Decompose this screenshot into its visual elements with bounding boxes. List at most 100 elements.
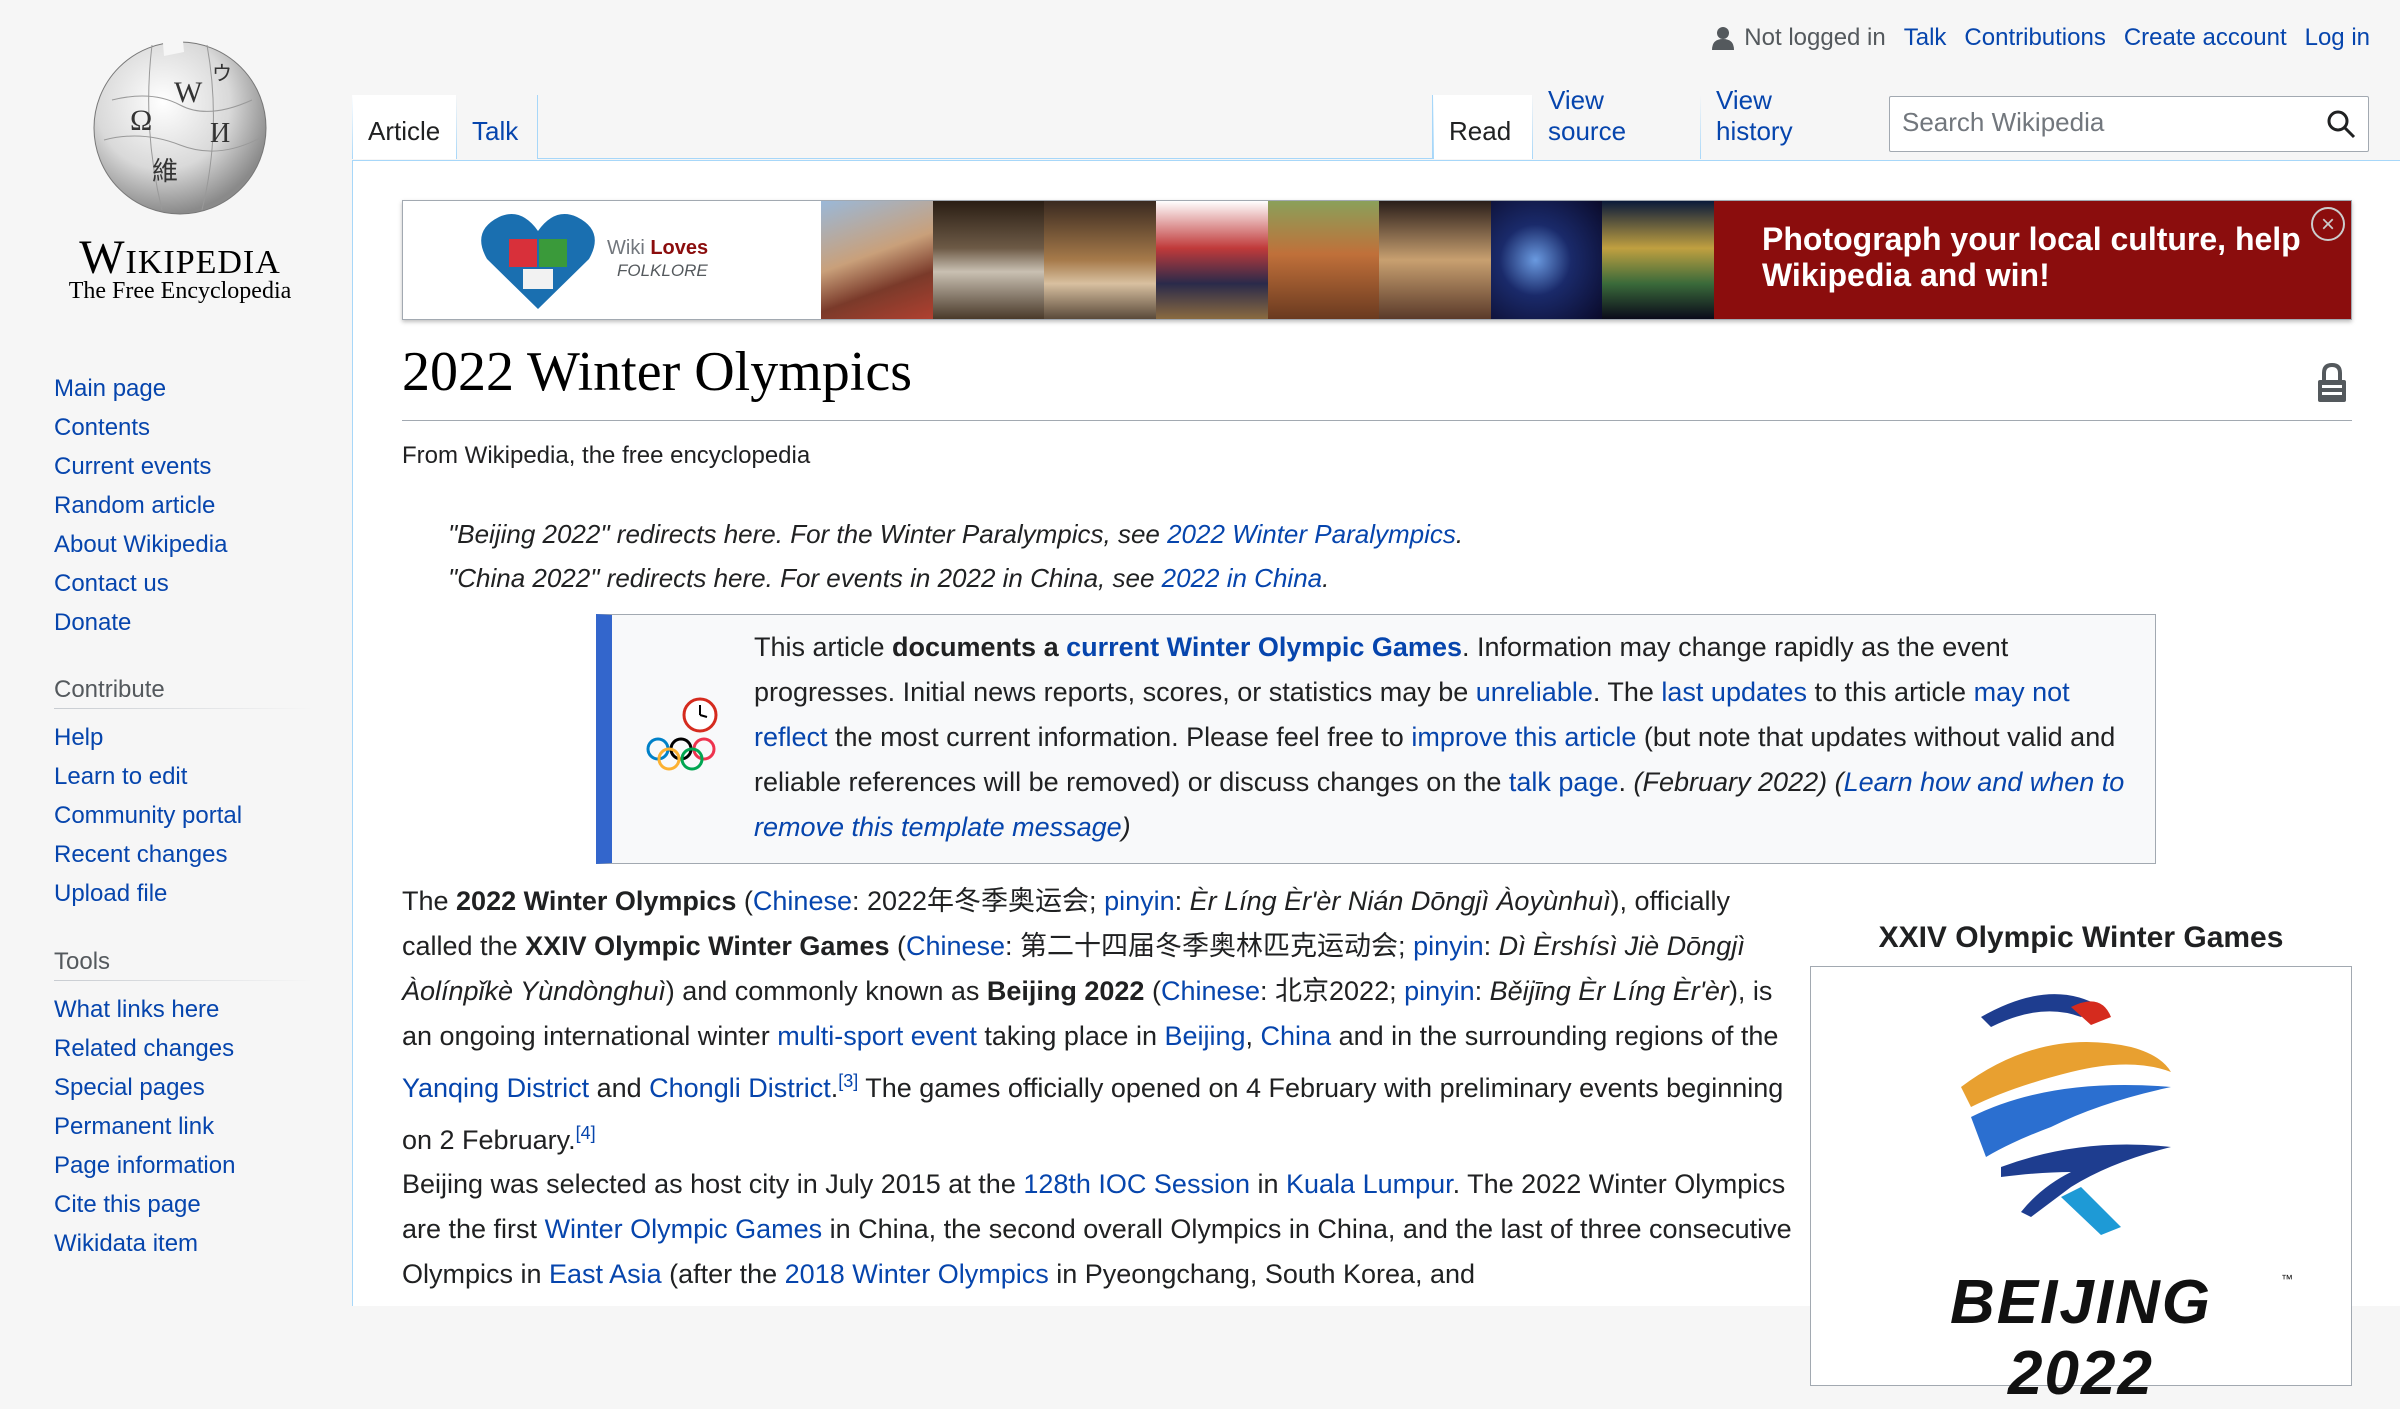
sidebar-item-random-article[interactable]: Random article [54,491,215,521]
personal-tools: Not logged in Talk Contributions Create … [1712,22,2370,54]
infobox-image-frame: BEIJING 2022 ™ [1810,966,2352,1408]
hatnote-link[interactable]: 2022 in China [1162,563,1322,593]
reference-link[interactable]: [3] [838,1071,858,1091]
article-link[interactable]: East Asia [549,1259,662,1289]
sidebar-item-main-page[interactable]: Main page [54,374,166,404]
article-link[interactable]: Chinese [1161,976,1260,1006]
sidebar-item-help[interactable]: Help [54,723,103,753]
article-link[interactable]: China [1261,1021,1332,1051]
sidebar-item-community-portal[interactable]: Community portal [54,801,242,831]
campaign-banner[interactable]: Wiki Loves FOLKLORE Photograph your loca… [402,200,2352,320]
svg-text:維: 維 [152,157,178,186]
article-link[interactable]: Chinese [753,886,852,916]
banner-photo [932,201,1045,319]
personal-talk-link[interactable]: Talk [1904,24,1947,52]
log-in-link[interactable]: Log in [2305,24,2370,52]
infobox-caption: XXIV Olympic Winter Games [1878,921,2284,954]
article-link[interactable]: Chongli District [649,1073,831,1103]
article-paragraph: The 2022 Winter Olympics (Chinese: 2022年… [402,886,1784,1155]
search-icon[interactable] [2326,109,2356,139]
sidebar-item-special-pages[interactable]: Special pages [54,1073,205,1103]
banner-call-to-action[interactable]: Photograph your local culture, help Wiki… [1714,201,2351,319]
sidebar-item-contents[interactable]: Contents [54,413,150,443]
article-link[interactable]: Beijing [1164,1021,1245,1051]
sidebar-item-about[interactable]: About Wikipedia [54,530,227,560]
banner-logo-subtext: FOLKLORE [617,261,708,280]
search-input[interactable]: Search Wikipedia [1889,96,2369,152]
sidebar-item-current-events[interactable]: Current events [54,452,211,482]
banner-photo [1044,201,1156,319]
tab-view-source[interactable]: View source [1532,85,1692,159]
article-link[interactable]: pinyin [1104,886,1175,916]
sidebar-item-cite-this-page[interactable]: Cite this page [54,1190,201,1220]
wikipedia-logo[interactable]: Ω W И 維 ウ Wikipedia The Free Encyclopedi… [50,30,310,310]
banner-photo [1379,201,1491,319]
notice-link[interactable]: unreliable [1476,677,1593,707]
reference-link[interactable]: [4] [576,1123,596,1143]
not-logged-in: Not logged in [1712,24,1886,52]
emblem-wordmark: BEIJING 2022 [1949,1268,2213,1408]
sidebar-item-permanent-link[interactable]: Permanent link [54,1112,214,1142]
current-event-notice: This article documents a current Winter … [596,614,2156,864]
beijing-2022-emblem-icon[interactable] [1931,977,2221,1257]
wiki-loves-folklore-heart-icon [481,214,595,309]
notice-text: This article documents a current Winter … [754,632,2125,842]
hatnote: "Beijing 2022" redirects here. For the W… [448,519,1464,549]
contributions-link[interactable]: Contributions [1964,24,2105,52]
wordmark: Wikipedia [79,231,281,284]
article-link[interactable]: Yanqing District [402,1073,589,1103]
banner-logo-text: Wiki Loves [607,237,709,259]
create-account-link[interactable]: Create account [2124,24,2287,52]
article-link[interactable]: Kuala Lumpur [1286,1169,1453,1199]
notice-link[interactable]: current Winter Olympic Games [1066,632,1462,662]
svg-text:ウ: ウ [212,63,232,85]
article-paragraph: Beijing was selected as host city in Jul… [402,1169,1792,1289]
sidebar-item-wikidata-item[interactable]: Wikidata item [54,1229,198,1259]
protection-lock-icon[interactable] [2316,362,2348,404]
banner-photo [1602,201,1714,319]
puzzle-globe-icon: Ω W И 維 ウ [93,30,267,215]
olympic-rings-clock-icon [646,697,718,771]
sidebar-item-related-changes[interactable]: Related changes [54,1034,234,1064]
sidebar-item-learn-to-edit[interactable]: Learn to edit [54,762,187,792]
svg-text:И: И [210,118,230,149]
article-link[interactable]: Winter Olympic Games [545,1214,823,1244]
sidebar-item-contact[interactable]: Contact us [54,569,169,599]
logo-tagline: The Free Encyclopedia [68,278,292,304]
banner-photo-strip [821,201,1714,319]
trademark-symbol: ™ [2281,1272,2293,1286]
user-icon [1712,27,1735,50]
article-link[interactable]: 2018 Winter Olympics [785,1259,1049,1289]
article-link[interactable]: Chinese [906,931,1005,961]
notice-link[interactable]: talk page [1509,767,1619,797]
banner-close-icon[interactable]: × [2311,207,2345,241]
sidebar-item-recent-changes[interactable]: Recent changes [54,840,227,870]
sidebar-item-what-links-here[interactable]: What links here [54,995,219,1025]
site-sub: From Wikipedia, the free encyclopedia [402,442,811,469]
page-title: 2022 Winter Olympics [402,341,912,403]
hatnote: "China 2022" redirects here. For events … [448,563,1330,593]
sidebar-heading-contribute: Contribute [54,676,165,703]
article-link[interactable]: 128th IOC Session [1023,1169,1250,1199]
hatnote-link[interactable]: 2022 Winter Paralympics [1167,519,1456,549]
article-link[interactable]: multi-sport event [777,1021,977,1051]
article-link[interactable]: pinyin [1404,976,1475,1006]
title-divider [402,420,2352,421]
tab-view-history[interactable]: View history [1700,85,1870,159]
sidebar-item-upload-file[interactable]: Upload file [54,879,167,909]
sidebar-item-donate[interactable]: Donate [54,608,131,638]
notice-link[interactable]: last updates [1661,677,1807,707]
sidebar-item-page-information[interactable]: Page information [54,1151,235,1181]
svg-text:Ω: Ω [130,104,152,137]
banner-photo [1155,201,1268,319]
banner-photo [1267,201,1380,319]
sidebar-divider [54,708,314,709]
tab-row-border [538,158,1432,159]
tab-article[interactable]: Article [352,95,456,159]
tab-read[interactable]: Read [1432,95,1532,159]
notice-link[interactable]: improve this article [1411,722,1636,752]
sidebar-divider [54,980,314,981]
article-link[interactable]: pinyin [1413,931,1484,961]
sidebar-heading-tools: Tools [54,948,111,975]
tab-talk[interactable]: Talk [456,95,538,159]
